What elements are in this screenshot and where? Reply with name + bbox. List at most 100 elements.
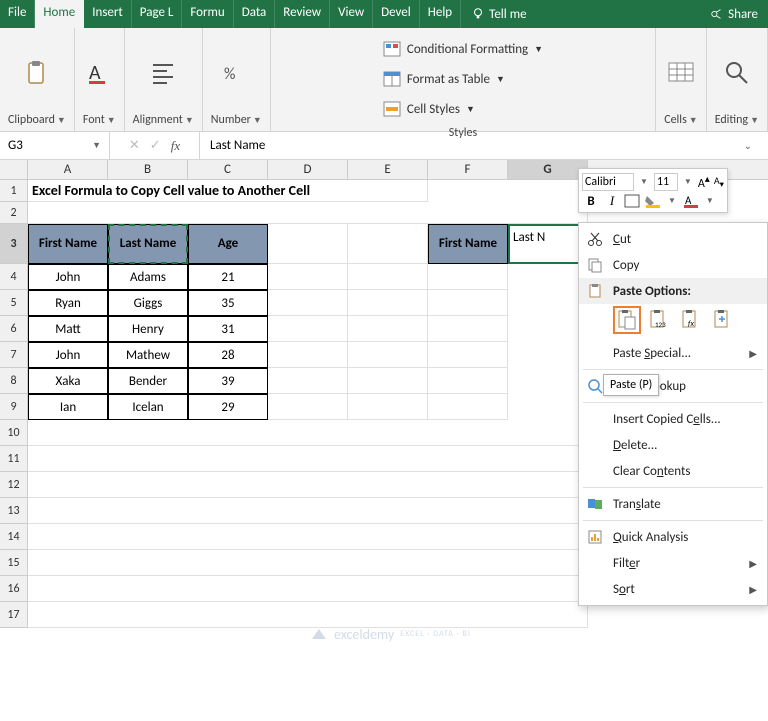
ctx-quick-analysis[interactable]: Quick Analysis <box>579 524 767 550</box>
paste-all-button[interactable] <box>613 306 641 334</box>
clipboard-icon <box>21 57 53 89</box>
name-box[interactable]: G3 ▼ <box>0 132 110 159</box>
cell[interactable]: 39 <box>188 368 268 394</box>
font-color-icon[interactable]: A <box>682 194 700 208</box>
rowhead-8[interactable]: 8 <box>0 368 28 394</box>
rowhead-13[interactable]: 13 <box>0 498 28 524</box>
ctx-delete[interactable]: Delete... <box>579 432 767 458</box>
rowhead-12[interactable]: 12 <box>0 472 28 498</box>
ctx-cut[interactable]: Cut <box>579 226 767 252</box>
cell[interactable]: 21 <box>188 264 268 290</box>
select-all-corner[interactable] <box>0 160 28 179</box>
ctx-copy[interactable]: Copy <box>579 252 767 278</box>
cell[interactable]: Giggs <box>108 290 188 316</box>
cancel-icon[interactable]: ✕ <box>129 138 140 153</box>
rowhead-1[interactable]: 1 <box>0 180 28 202</box>
rowhead-10[interactable]: 10 <box>0 420 28 446</box>
rowhead-7[interactable]: 7 <box>0 342 28 368</box>
header-first-paste[interactable]: First Name <box>428 224 508 264</box>
fx-icon[interactable]: fx <box>171 138 180 154</box>
ribbon-font[interactable]: A Font▼ <box>75 28 125 131</box>
rowhead-5[interactable]: 5 <box>0 290 28 316</box>
accept-icon[interactable]: ✓ <box>150 138 161 153</box>
cell[interactable]: 28 <box>188 342 268 368</box>
rowhead-17[interactable]: 17 <box>0 602 28 628</box>
cell[interactable]: Bender <box>108 368 188 394</box>
mini-font-select[interactable] <box>582 173 634 191</box>
cell-styles[interactable]: Cell Styles▼ <box>383 96 543 122</box>
paste-target-cell[interactable]: Last N <box>508 224 588 264</box>
paste-values-button[interactable]: 123 <box>645 306 673 334</box>
bold-button[interactable]: B <box>582 194 600 209</box>
cell[interactable]: John <box>28 264 108 290</box>
decrease-font-icon[interactable]: A▾ <box>714 174 724 190</box>
increase-font-icon[interactable]: A▴ <box>698 172 710 191</box>
cell[interactable]: John <box>28 342 108 368</box>
cell[interactable]: 29 <box>188 394 268 420</box>
ctx-paste-special[interactable]: Paste Special...▶ <box>579 340 767 366</box>
tab-page-layout[interactable]: Page L <box>132 0 183 28</box>
expand-formula-icon[interactable]: ⌄ <box>744 139 758 152</box>
ctx-clear-contents[interactable]: Clear Contents <box>579 458 767 484</box>
col-D[interactable]: D <box>268 160 348 179</box>
tab-formulas[interactable]: Formu <box>182 0 233 28</box>
format-as-table[interactable]: Format as Table▼ <box>383 66 543 92</box>
tab-developer[interactable]: Devel <box>373 0 420 28</box>
ctx-sort[interactable]: Sort▶ <box>579 576 767 602</box>
col-F[interactable]: F <box>428 160 508 179</box>
col-G[interactable]: G <box>508 160 588 179</box>
tell-me[interactable]: Tell me <box>461 0 536 28</box>
ctx-translate[interactable]: Translate <box>579 491 767 517</box>
tab-insert[interactable]: Insert <box>84 0 132 28</box>
rowhead-16[interactable]: 16 <box>0 576 28 602</box>
header-last[interactable]: Last Name <box>108 224 188 264</box>
rowhead-11[interactable]: 11 <box>0 446 28 472</box>
cell[interactable]: Matt <box>28 316 108 342</box>
ribbon-number[interactable]: % Number▼ <box>203 28 271 131</box>
cell[interactable]: Icelan <box>108 394 188 420</box>
rowhead-14[interactable]: 14 <box>0 524 28 550</box>
conditional-formatting[interactable]: Conditional Formatting▼ <box>383 36 543 62</box>
rowhead-3[interactable]: 3 <box>0 224 28 264</box>
italic-button[interactable]: I <box>604 193 620 209</box>
ribbon-clipboard[interactable]: Clipboard▼ <box>0 28 75 131</box>
cell[interactable]: Ian <box>28 394 108 420</box>
rowhead-2[interactable]: 2 <box>0 202 28 224</box>
cell[interactable]: Mathew <box>108 342 188 368</box>
tab-file[interactable]: File <box>0 0 35 28</box>
ctx-filter[interactable]: Filter▶ <box>579 550 767 576</box>
ribbon-cells[interactable]: Cells▼ <box>656 28 707 131</box>
rowhead-6[interactable]: 6 <box>0 316 28 342</box>
paste-transpose-button[interactable] <box>709 306 737 334</box>
tab-data[interactable]: Data <box>234 0 276 28</box>
col-C[interactable]: C <box>188 160 268 179</box>
cell[interactable]: Xaka <box>28 368 108 394</box>
rowhead-15[interactable]: 15 <box>0 550 28 576</box>
fill-color-icon[interactable] <box>644 194 662 208</box>
ribbon-alignment[interactable]: Alignment▼ <box>125 28 203 131</box>
tab-home[interactable]: Home <box>35 0 84 28</box>
header-age[interactable]: Age <box>188 224 268 264</box>
col-B[interactable]: B <box>108 160 188 179</box>
cell[interactable]: Ryan <box>28 290 108 316</box>
col-E[interactable]: E <box>348 160 428 179</box>
rowhead-9[interactable]: 9 <box>0 394 28 420</box>
tab-view[interactable]: View <box>330 0 373 28</box>
borders-icon[interactable] <box>624 194 640 208</box>
cell[interactable]: 31 <box>188 316 268 342</box>
rowhead-4[interactable]: 4 <box>0 264 28 290</box>
cell[interactable]: 35 <box>188 290 268 316</box>
tab-help[interactable]: Help <box>420 0 461 28</box>
mini-size-select[interactable] <box>654 173 678 191</box>
cell[interactable]: Henry <box>108 316 188 342</box>
title-cell[interactable]: Excel Formula to Copy Cell value to Anot… <box>28 180 428 202</box>
formula-input[interactable]: Last Name ⌄ <box>200 132 768 159</box>
header-first[interactable]: First Name <box>28 224 108 264</box>
col-A[interactable]: A <box>28 160 108 179</box>
share-button[interactable]: Share <box>700 0 768 28</box>
tab-review[interactable]: Review <box>275 0 330 28</box>
paste-formulas-button[interactable]: fx <box>677 306 705 334</box>
cell[interactable]: Adams <box>108 264 188 290</box>
ctx-insert-copied[interactable]: Insert Copied Cells... <box>579 406 767 432</box>
ribbon-editing[interactable]: Editing▼ <box>707 28 768 131</box>
